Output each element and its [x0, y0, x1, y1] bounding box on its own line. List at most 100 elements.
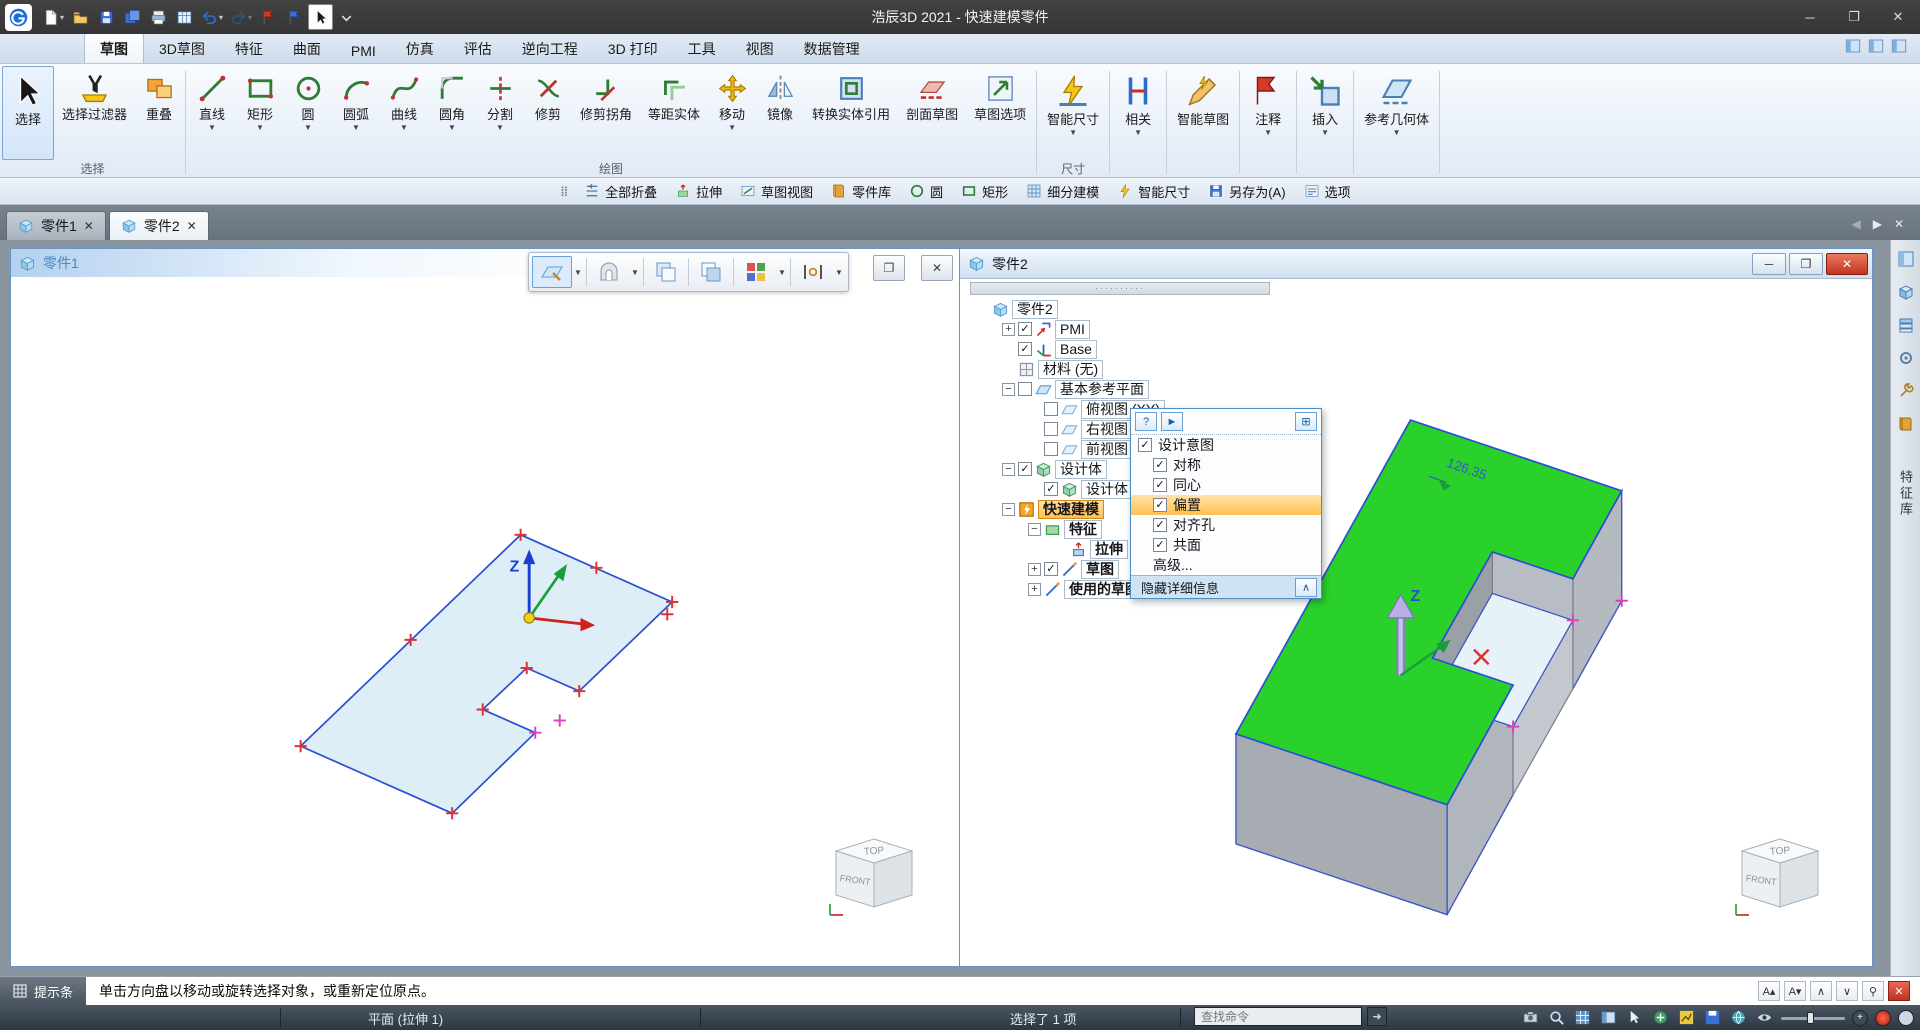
new-document-button[interactable]: ▾: [39, 4, 67, 30]
sketch-plane-dropdown[interactable]: ▼: [572, 256, 584, 288]
sketch-view-button[interactable]: 草图视图: [731, 180, 822, 203]
tab-feature[interactable]: 特征: [220, 34, 278, 63]
checkbox[interactable]: [1018, 382, 1032, 396]
customize-quick-access-button[interactable]: [334, 4, 359, 30]
print-preview-button[interactable]: [172, 4, 197, 30]
offset-entities-button[interactable]: 等距实体: [640, 66, 708, 160]
zoom-slider[interactable]: [1781, 1011, 1845, 1025]
tab-simulation[interactable]: 仿真: [391, 34, 449, 63]
checkbox[interactable]: [1044, 402, 1058, 416]
record-button[interactable]: [1875, 1009, 1891, 1026]
checkbox[interactable]: ✓: [1018, 462, 1032, 476]
insert-button[interactable]: 插入 ▼: [1299, 66, 1351, 160]
screenshot-button[interactable]: [1521, 1008, 1540, 1027]
tree-item-base[interactable]: ✓ Base: [970, 339, 1300, 359]
ribbon-style-button[interactable]: [1844, 37, 1862, 58]
tab-sketch-3d[interactable]: 3D草图: [144, 34, 220, 63]
document-tab-part2[interactable]: 零件2 ✕: [108, 211, 209, 240]
open-file-button[interactable]: [68, 4, 93, 30]
add-link-button[interactable]: [1651, 1008, 1670, 1027]
tree-item-pmi[interactable]: + ✓ PMI: [970, 319, 1300, 339]
tab-close-button[interactable]: ✕: [1894, 217, 1904, 231]
part2-close-button[interactable]: ✕: [1826, 252, 1868, 275]
tab-data-management[interactable]: 数据管理: [789, 34, 875, 63]
measure-button[interactable]: [793, 256, 833, 288]
checkbox[interactable]: [1044, 442, 1058, 456]
checkbox[interactable]: ✓: [1138, 438, 1152, 452]
popup-advanced-link[interactable]: 高级...: [1131, 555, 1321, 575]
split-button[interactable]: 分割 ▼: [476, 66, 524, 160]
tab-reverse-engineering[interactable]: 逆向工程: [507, 34, 593, 63]
rectangle-cmd-button[interactable]: 矩形: [952, 180, 1017, 203]
checkbox[interactable]: [1044, 422, 1058, 436]
smart-dimension-cmd-button[interactable]: 智能尺寸: [1108, 180, 1199, 203]
side-tool-5-button[interactable]: [1896, 382, 1916, 402]
rectangle-button[interactable]: 矩形 ▼: [236, 66, 284, 160]
undo-button[interactable]: ▾: [198, 4, 226, 30]
tab-tools[interactable]: 工具: [673, 34, 731, 63]
trim-corner-button[interactable]: 修剪拐角: [572, 66, 640, 160]
part1-close-button[interactable]: ✕: [921, 255, 953, 281]
prompt-close-button[interactable]: ✕: [1888, 981, 1910, 1001]
pointer-mode-button[interactable]: [1625, 1008, 1644, 1027]
checkbox[interactable]: ✓: [1018, 322, 1032, 336]
circle-button[interactable]: 圆 ▼: [284, 66, 332, 160]
line-button[interactable]: 直线 ▼: [188, 66, 236, 160]
profile-mode-dropdown[interactable]: ▼: [629, 256, 641, 288]
visibility-button[interactable]: [1755, 1008, 1774, 1027]
copy-mode-a-button[interactable]: [646, 256, 686, 288]
markup-red-button[interactable]: [256, 4, 281, 30]
checkbox[interactable]: ✓: [1153, 538, 1167, 552]
collapse-all-button[interactable]: 全部折叠: [575, 180, 666, 203]
checkbox[interactable]: ✓: [1044, 562, 1058, 576]
trim-button[interactable]: 修剪: [524, 66, 572, 160]
expander-icon[interactable]: +: [1028, 582, 1041, 596]
expander-icon[interactable]: +: [1028, 562, 1041, 576]
ribbon-layout-button[interactable]: [1867, 37, 1885, 58]
select-button[interactable]: 选择: [2, 66, 54, 160]
prompt-scroll-down-button[interactable]: ∨: [1836, 981, 1858, 1001]
expander-icon[interactable]: −: [1028, 522, 1041, 536]
expander-icon[interactable]: +: [1002, 322, 1015, 336]
sketch-plane-button[interactable]: [532, 256, 572, 288]
tab-scroll-forward-button[interactable]: ▶: [1873, 217, 1882, 231]
convert-entities-button[interactable]: 转换实体引用: [804, 66, 898, 160]
profile-mode-button[interactable]: [589, 256, 629, 288]
tab-evaluate[interactable]: 评估: [449, 34, 507, 63]
relate-button[interactable]: 相关 ▼: [1112, 66, 1164, 160]
annotation-button[interactable]: 注释 ▼: [1242, 66, 1294, 160]
restore-button[interactable]: ❐: [1832, 0, 1876, 34]
select-tool-button[interactable]: [308, 4, 334, 30]
print-button[interactable]: [146, 4, 171, 30]
part1-maximize-button[interactable]: ❐: [873, 255, 905, 281]
checkbox[interactable]: ✓: [1153, 518, 1167, 532]
checkbox[interactable]: ✓: [1153, 458, 1167, 472]
sketch-options-button[interactable]: 草图选项: [966, 66, 1034, 160]
display-style-button[interactable]: [736, 256, 776, 288]
grid-view-button[interactable]: [1573, 1008, 1592, 1027]
save-as-button[interactable]: 另存为(A): [1199, 180, 1294, 203]
zoom-search-button[interactable]: [1547, 1008, 1566, 1027]
prompt-pin-button[interactable]: ⚲: [1862, 981, 1884, 1001]
tree-item-root-part2[interactable]: 零件2: [970, 299, 1300, 319]
popup-item-concentric[interactable]: ✓ 同心: [1131, 475, 1321, 495]
circle-cmd-button[interactable]: 圆: [900, 180, 952, 203]
chart-view-button[interactable]: [1677, 1008, 1696, 1027]
options-button[interactable]: 选项: [1295, 180, 1360, 203]
reference-geometry-button[interactable]: 参考几何体 ▼: [1356, 66, 1437, 160]
part2-minimize-button[interactable]: ─: [1752, 252, 1786, 275]
part2-restore-button[interactable]: ❐: [1789, 252, 1823, 275]
extrude-button[interactable]: 拉伸: [666, 180, 731, 203]
side-tool-1-button[interactable]: [1896, 250, 1916, 270]
toolbar-grip[interactable]: ⁞⁞: [560, 184, 568, 199]
document-tab-part1[interactable]: 零件1 ✕: [6, 211, 106, 240]
tab-print-3d[interactable]: 3D 打印: [593, 34, 673, 63]
prompt-scroll-up-button[interactable]: ∧: [1810, 981, 1832, 1001]
sketch-viewport[interactable]: Z: [11, 249, 963, 966]
popup-item-align-holes[interactable]: ✓ 对齐孔: [1131, 515, 1321, 535]
tree-item-base-reference-planes[interactable]: − 基本参考平面: [970, 379, 1300, 399]
popup-item-symmetric[interactable]: ✓ 对称: [1131, 455, 1321, 475]
popup-item-design-intent[interactable]: ✓ 设计意图: [1131, 435, 1321, 455]
popup-pin-button[interactable]: ⊞: [1295, 412, 1317, 431]
close-tab-icon[interactable]: ✕: [84, 219, 94, 233]
